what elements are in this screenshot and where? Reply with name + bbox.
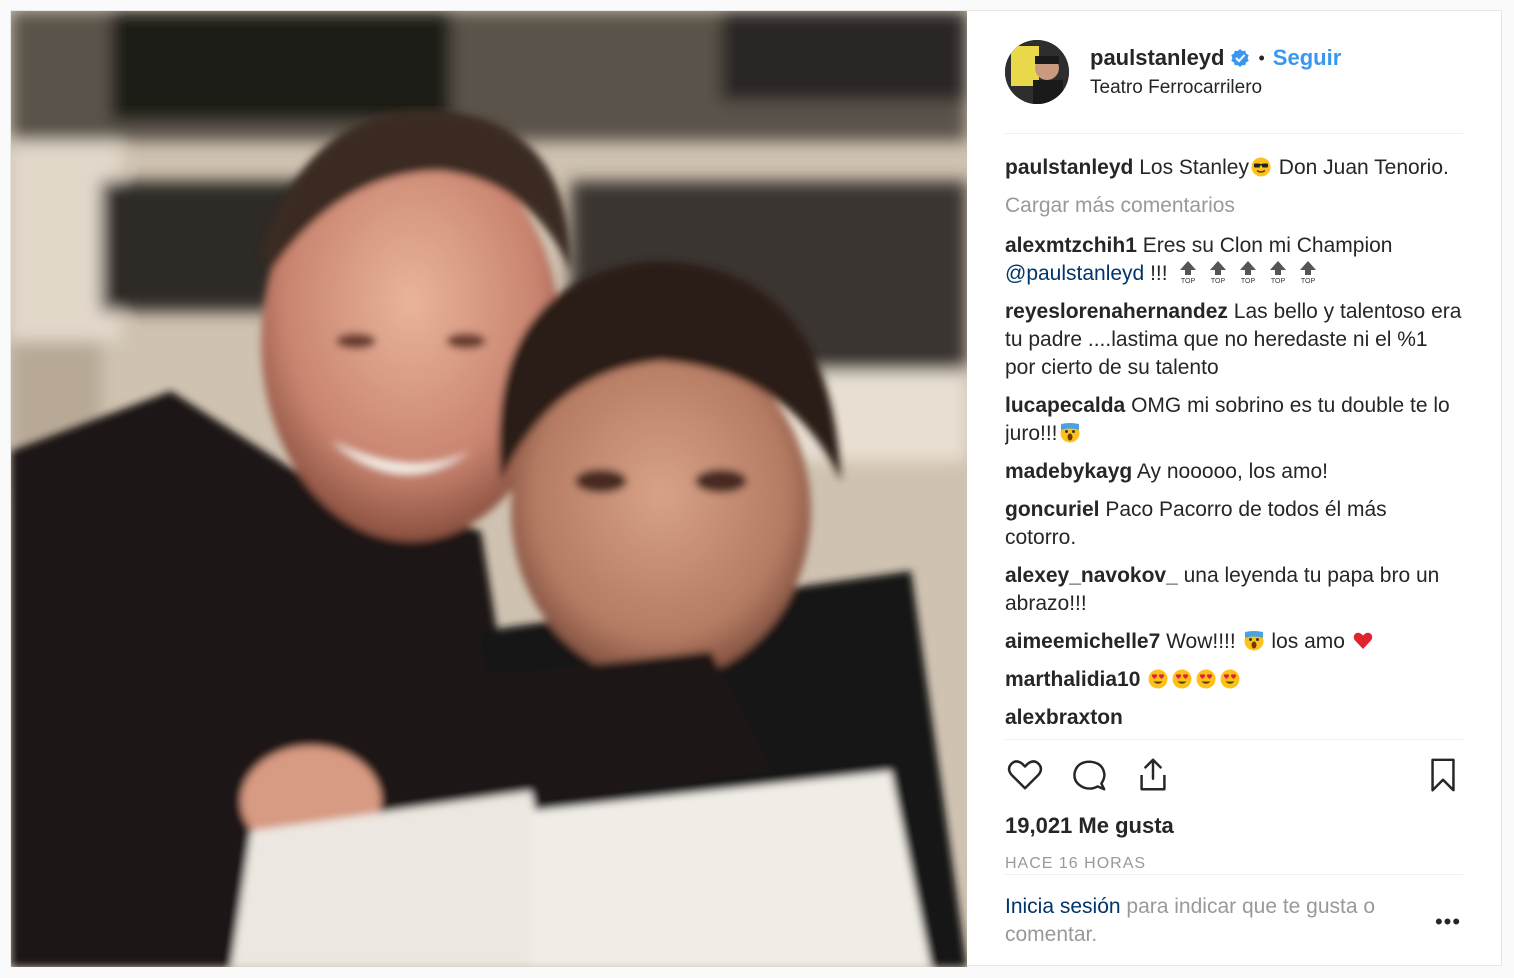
comment-text (1140, 668, 1146, 691)
comment-item: reyeslorenahernandez Las bello y talento… (1005, 298, 1463, 382)
screaming-face-emoji-icon (1244, 631, 1264, 651)
top-arrow-icon: TOP (1177, 260, 1199, 285)
comment-item: marthalidia10 (1005, 666, 1463, 694)
svg-text:TOP: TOP (1241, 278, 1256, 284)
share-icon (1140, 758, 1166, 790)
comment-text-suffix: !!! (1144, 262, 1174, 285)
post-header: paulstanleyd • Seguir Teatro Ferrocarril… (1005, 11, 1463, 134)
follow-button[interactable]: Seguir (1273, 45, 1341, 71)
top-arrow-icon: TOP (1237, 260, 1259, 285)
comment-text: Eres su Clon mi Champion (1136, 234, 1393, 257)
comment-item: aimeemichelle7 Wow!!!! los amo (1005, 628, 1463, 656)
comment-item: goncuriel Paco Pacorro de todos él más c… (1005, 496, 1463, 552)
top-arrow-icon: TOP (1267, 260, 1289, 285)
comment-text: Ay nooooo, los amo! (1132, 460, 1328, 483)
comment-username[interactable]: alexbraxton (1005, 706, 1123, 729)
mention-link[interactable]: @paulstanleyd (1005, 262, 1144, 285)
more-options-icon[interactable]: ••• (1433, 907, 1463, 937)
comment-username[interactable]: goncuriel (1005, 498, 1100, 521)
comment-username[interactable]: alexmtzchih1 (1005, 234, 1137, 257)
svg-text:TOP: TOP (1301, 278, 1316, 284)
caption-text-before: Los Stanley (1133, 156, 1249, 179)
comment-item: madebykayg Ay nooooo, los amo! (1005, 458, 1463, 486)
comment-text-2: los amo (1265, 630, 1351, 653)
comment-item: alexey_navokov_ una leyenda tu papa bro … (1005, 562, 1463, 618)
comment-username[interactable]: aimeemichelle7 (1005, 630, 1160, 653)
verified-badge-icon (1230, 48, 1250, 68)
comment-button[interactable] (1069, 755, 1109, 795)
post-photo[interactable] (11, 11, 967, 967)
comment-username[interactable]: madebykayg (1005, 460, 1132, 483)
comment-text: Wow!!!! (1160, 630, 1242, 653)
svg-text:TOP: TOP (1181, 278, 1196, 284)
avatar[interactable] (1005, 40, 1069, 104)
share-button[interactable] (1133, 755, 1173, 795)
comment-item: alexbraxton (1005, 704, 1463, 732)
red-heart-emoji-icon (1353, 631, 1373, 651)
post-sidebar: paulstanleyd • Seguir Teatro Ferrocarril… (967, 11, 1501, 965)
heart-icon (1007, 759, 1043, 790)
save-button[interactable] (1423, 755, 1463, 795)
screaming-face-emoji-icon (1060, 423, 1080, 443)
comment-icon (1073, 759, 1106, 790)
post-dialog: paulstanleyd • Seguir Teatro Ferrocarril… (10, 10, 1502, 967)
login-link[interactable]: Inicia sesión (1005, 895, 1121, 918)
sunglasses-emoji-icon (1251, 157, 1271, 177)
comment-item: alexmtzchih1 Eres su Clon mi Champion @p… (1005, 232, 1463, 288)
separator-dot: • (1258, 47, 1265, 68)
heart-eyes-emoji-icon (1196, 669, 1216, 689)
caption-username[interactable]: paulstanleyd (1005, 156, 1133, 179)
top-arrow-icon: TOP (1297, 260, 1319, 285)
load-more-comments[interactable]: Cargar más comentarios (1005, 192, 1463, 220)
location-link[interactable]: Teatro Ferrocarrilero (1090, 77, 1341, 99)
caption: paulstanleyd Los Stanley Don Juan Tenori… (1005, 154, 1463, 182)
comment-username[interactable]: alexey_navokov_ (1005, 564, 1178, 587)
heart-eyes-emoji-icon (1172, 669, 1192, 689)
likes-count[interactable]: 19,021 Me gusta (1005, 813, 1463, 839)
top-arrow-icon: TOP (1207, 260, 1229, 285)
bookmark-icon (1431, 758, 1455, 791)
svg-text:TOP: TOP (1271, 278, 1286, 284)
photo-image (11, 11, 967, 967)
comments-list[interactable]: paulstanleyd Los Stanley Don Juan Tenori… (1005, 134, 1463, 739)
svg-text:TOP: TOP (1211, 278, 1226, 284)
caption-text-after: Don Juan Tenorio. (1272, 156, 1449, 179)
comment-username[interactable]: reyeslorenahernandez (1005, 300, 1228, 323)
login-prompt: Inicia sesión para indicar que te gusta … (1005, 874, 1463, 949)
comment-username[interactable]: lucapecalda (1005, 394, 1125, 417)
heart-eyes-emoji-icon (1148, 669, 1168, 689)
like-button[interactable] (1005, 755, 1045, 795)
header-username[interactable]: paulstanleyd (1090, 45, 1224, 71)
action-bar (1005, 739, 1463, 809)
comment-username[interactable]: marthalidia10 (1005, 668, 1140, 691)
post-timestamp: HACE 16 HORAS (1005, 855, 1147, 872)
heart-eyes-emoji-icon (1220, 669, 1240, 689)
comment-item: lucapecalda OMG mi sobrino es tu double … (1005, 392, 1463, 448)
